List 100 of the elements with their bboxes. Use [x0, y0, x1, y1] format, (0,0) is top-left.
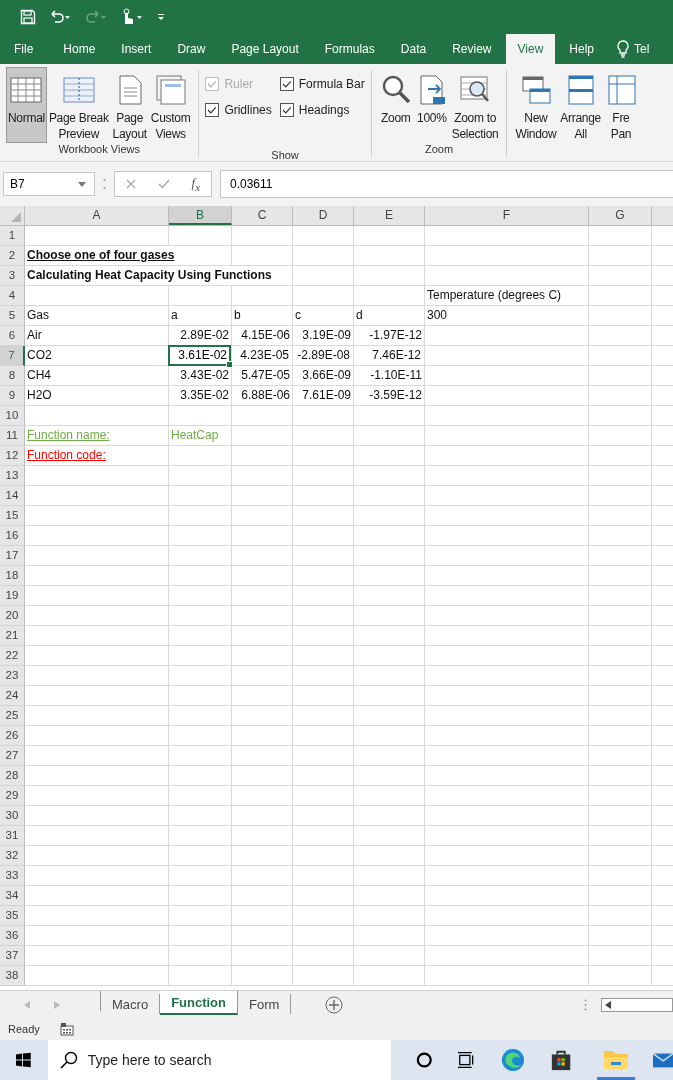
- row-header[interactable]: 6: [0, 326, 25, 346]
- ribbon-tab[interactable]: Data: [388, 34, 439, 64]
- window-button[interactable]: Arrange All: [558, 67, 603, 143]
- row-header[interactable]: 5: [0, 306, 25, 326]
- browser-icon[interactable]: [500, 1047, 525, 1073]
- row-header[interactable]: 1: [0, 226, 25, 246]
- zoom-button[interactable]: Zoom to Selection: [449, 67, 501, 143]
- redo-icon: [84, 9, 108, 25]
- checkbox-label[interactable]: Gridlines: [224, 103, 272, 117]
- row-header[interactable]: 35: [0, 906, 25, 926]
- ribbon-tab[interactable]: Draw: [165, 34, 218, 64]
- row-header[interactable]: 4: [0, 286, 25, 306]
- cell-text: Calculating Heat Capacity Using Functions: [27, 266, 273, 285]
- checkbox[interactable]: [279, 103, 294, 117]
- insert-function-button[interactable]: f$_{x}$: [191, 175, 201, 193]
- group-label: Zoom: [425, 143, 454, 155]
- row-header[interactable]: 18: [0, 566, 25, 586]
- macro-record-icon[interactable]: [59, 1021, 74, 1036]
- view-button[interactable]: Custom Views: [148, 67, 193, 143]
- ribbon-tab[interactable]: File: [6, 34, 50, 64]
- checkbox[interactable]: [205, 103, 220, 117]
- selected-cell[interactable]: 3.61E-02: [168, 345, 231, 366]
- formula-input[interactable]: 0.03611: [220, 170, 673, 198]
- row-header[interactable]: 7: [0, 346, 25, 366]
- sheet-tab[interactable]: Form: [238, 994, 292, 1014]
- customize-icon[interactable]: [156, 12, 166, 22]
- windows-start-icon[interactable]: [16, 1052, 31, 1068]
- store-bag-icon[interactable]: [549, 1048, 572, 1072]
- window-button[interactable]: New Window: [513, 67, 559, 143]
- row-header[interactable]: 24: [0, 686, 25, 706]
- row-header[interactable]: 11: [0, 426, 25, 446]
- checkbox-label[interactable]: Headings: [298, 103, 350, 117]
- save-icon[interactable]: [20, 9, 36, 25]
- windows-icon: [519, 74, 552, 106]
- dropdown-caret-icon[interactable]: [78, 181, 86, 187]
- row-header[interactable]: 2: [0, 246, 25, 266]
- row-header[interactable]: 37: [0, 946, 25, 966]
- row-header[interactable]: 29: [0, 786, 25, 806]
- cell-text: Choose one of four gases: [27, 246, 176, 265]
- taskbar-search-field[interactable]: Type here to search: [47, 1040, 391, 1080]
- ribbon-tab[interactable]: Insert: [109, 34, 164, 64]
- row-header[interactable]: 21: [0, 626, 25, 646]
- ribbon-tab[interactable]: View: [505, 34, 556, 64]
- lightbulb-icon[interactable]: [616, 40, 630, 58]
- ribbon-tab[interactable]: Home: [51, 34, 108, 64]
- row-header[interactable]: 36: [0, 926, 25, 946]
- mail-icon[interactable]: [652, 1050, 673, 1070]
- checkbox-label[interactable]: Formula Bar: [298, 77, 365, 91]
- row-header[interactable]: 15: [0, 506, 25, 526]
- name-box[interactable]: B7: [10, 177, 25, 191]
- grid-icon: [10, 74, 43, 106]
- view-button[interactable]: Page Break Preview: [46, 67, 111, 143]
- sheet-tab[interactable]: Function: [160, 991, 238, 1015]
- row-header[interactable]: 13: [0, 466, 25, 486]
- checkmark-icon[interactable]: [157, 179, 170, 189]
- search-icon: [59, 1051, 78, 1069]
- row-header[interactable]: 14: [0, 486, 25, 506]
- row-header[interactable]: 12: [0, 446, 25, 466]
- view-button[interactable]: Normal: [6, 67, 47, 143]
- row-header[interactable]: 38: [0, 966, 25, 986]
- ribbon-tab[interactable]: Review: [440, 34, 504, 64]
- status-text: Ready: [8, 1022, 40, 1035]
- task-view-icon[interactable]: [457, 1051, 476, 1069]
- row-header[interactable]: 17: [0, 546, 25, 566]
- window-stack-icon: [154, 74, 187, 106]
- row-header[interactable]: 34: [0, 886, 25, 906]
- checkbox[interactable]: [279, 77, 294, 91]
- fill-handle[interactable]: [226, 361, 233, 368]
- zoom-button[interactable]: 100%: [413, 67, 450, 143]
- row-header[interactable]: 28: [0, 766, 25, 786]
- undo-icon[interactable]: [48, 9, 72, 25]
- zoom-button[interactable]: Zoom: [377, 67, 414, 143]
- ribbon-tab[interactable]: Help: [557, 34, 606, 64]
- row-header[interactable]: 23: [0, 666, 25, 686]
- row-header[interactable]: 3: [0, 266, 25, 286]
- row-header[interactable]: 8: [0, 366, 25, 386]
- row-header[interactable]: 19: [0, 586, 25, 606]
- tell-me-label[interactable]: Tel: [634, 42, 650, 56]
- row-header[interactable]: 30: [0, 806, 25, 826]
- row-header[interactable]: 16: [0, 526, 25, 546]
- scroll-left-icon[interactable]: [605, 1000, 611, 1009]
- add-sheet-icon[interactable]: [325, 995, 344, 1014]
- row-header[interactable]: 10: [0, 406, 25, 426]
- view-button[interactable]: Page Layout: [110, 67, 149, 143]
- row-header[interactable]: 22: [0, 646, 25, 666]
- row-header[interactable]: 25: [0, 706, 25, 726]
- row-header[interactable]: 26: [0, 726, 25, 746]
- touch-mode-icon[interactable]: [120, 8, 144, 26]
- ribbon-tab[interactable]: Formulas: [312, 34, 387, 64]
- group-label: Workbook Views: [58, 143, 140, 155]
- row-header[interactable]: 33: [0, 866, 25, 886]
- row-header[interactable]: 20: [0, 606, 25, 626]
- cortana-circle-icon[interactable]: [415, 1051, 433, 1069]
- ribbon-tab[interactable]: Page Layout: [219, 34, 311, 64]
- row-header[interactable]: 9: [0, 386, 25, 406]
- column-header[interactable]: B: [169, 206, 232, 225]
- row-header[interactable]: 27: [0, 746, 25, 766]
- row-header[interactable]: 31: [0, 826, 25, 846]
- window-button[interactable]: Fre Pan: [602, 67, 639, 143]
- row-header[interactable]: 32: [0, 846, 25, 866]
